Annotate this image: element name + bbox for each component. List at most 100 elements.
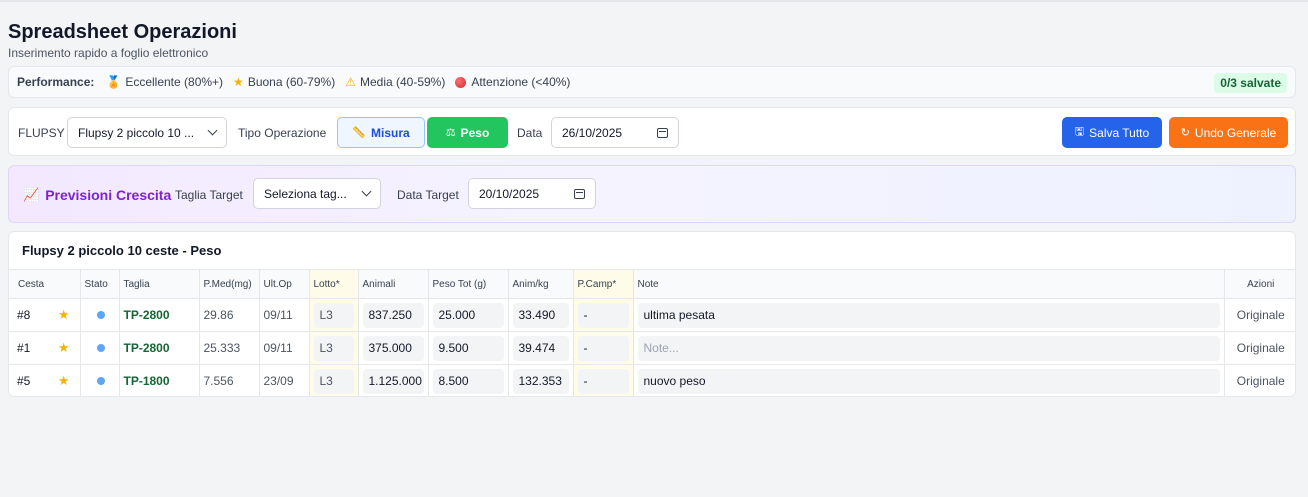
status-dot-icon	[96, 311, 105, 319]
pmed-cell: 29.86	[199, 298, 260, 332]
growth-title: 📈 Previsioni Crescita	[23, 187, 171, 203]
peso-label: Peso	[460, 125, 490, 140]
peso-button[interactable]: ⚖ Peso	[427, 117, 508, 148]
cesta-cell: #8 ★	[13, 307, 76, 323]
chevron-down-icon	[207, 125, 218, 136]
star-icon: ★	[57, 307, 70, 322]
top-border	[0, 0, 1308, 2]
pcamp-cell[interactable]: -	[577, 302, 629, 328]
col-header-ultop: Ult.Op	[259, 269, 310, 299]
operations-table-card: Flupsy 2 piccolo 10 ceste - Peso Cesta S…	[8, 231, 1296, 397]
animali-cell[interactable]: 1.125.000	[362, 368, 424, 394]
legend-item-attention: Attenzione (<40%)	[455, 75, 570, 89]
table-header-row: Cesta Stato Taglia P.Med(mg) Ult.Op Lott…	[9, 269, 1295, 299]
peso-tot-input[interactable]: 25.000	[432, 302, 504, 328]
lotto-cell[interactable]: L3	[313, 302, 354, 328]
legend-label: Eccellente (80%+)	[125, 75, 224, 89]
misura-button[interactable]: 📏 Misura	[337, 117, 425, 148]
legend-item-excellent: 🏅 Eccellente (80%+)	[106, 75, 223, 89]
warning-icon: ⚠	[345, 75, 356, 89]
animali-cell[interactable]: 375.000	[362, 335, 424, 361]
col-header-taglia: Taglia	[119, 269, 200, 299]
chart-icon: 📈	[23, 187, 40, 202]
table-title: Flupsy 2 piccolo 10 ceste - Peso	[22, 243, 222, 258]
flupsy-label: FLUPSY	[18, 126, 65, 140]
taglia-cell: TP-1800	[119, 364, 200, 396]
misura-label: Misura	[371, 125, 410, 140]
legend-item-medium: ⚠ Media (40-59%)	[345, 75, 445, 89]
animkg-cell[interactable]: 39.474	[512, 335, 569, 361]
undo-icon: ↻	[1180, 127, 1190, 139]
legend-label: Buona (60-79%)	[247, 75, 336, 89]
growth-forecast-panel: 📈 Previsioni Crescita Taglia Target Sele…	[8, 165, 1296, 223]
animali-cell[interactable]: 837.250	[362, 302, 424, 328]
red-circle-icon	[455, 76, 467, 88]
undo-generale-button[interactable]: ↻ Undo Generale	[1169, 117, 1288, 148]
save-icon: 🖫	[1074, 126, 1085, 138]
azioni-cell: Originale	[1224, 298, 1295, 332]
note-input[interactable]: nuovo peso	[637, 368, 1220, 394]
col-header-pmed: P.Med(mg)	[199, 269, 260, 299]
table-row[interactable]: #1 ★ TP-2800 25.333 09/11 L3 375.000 9.50…	[9, 331, 1295, 365]
col-header-cesta: Cesta	[9, 269, 81, 299]
azioni-cell: Originale	[1224, 331, 1295, 365]
note-input[interactable]: Note...	[637, 335, 1220, 361]
performance-legend: Performance: 🏅 Eccellente (80%+) ★ Buona…	[8, 66, 1296, 98]
salva-tutto-button[interactable]: 🖫 Salva Tutto	[1062, 117, 1162, 148]
scale-icon: ⚖	[445, 127, 456, 139]
calendar-icon[interactable]	[657, 127, 668, 138]
salva-label: Salva Tutto	[1089, 125, 1150, 140]
data-label: Data	[517, 126, 543, 140]
data-target-input[interactable]: 20/10/2025	[468, 178, 596, 209]
animkg-cell[interactable]: 132.353	[512, 368, 569, 394]
saved-count-badge: 0/3 salvate	[1214, 73, 1287, 93]
page-title: Spreadsheet Operazioni	[8, 21, 237, 43]
col-header-animkg: Anim/kg	[508, 269, 574, 299]
star-icon: ★	[57, 373, 70, 388]
table-row[interactable]: #5 ★ TP-1800 7.556 23/09 L3 1.125.000 8.5…	[9, 364, 1295, 396]
cesta-number: #8	[17, 308, 31, 322]
lotto-cell[interactable]: L3	[313, 368, 354, 394]
flupsy-select[interactable]: Flupsy 2 piccolo 10 ...	[67, 117, 227, 148]
ultop-cell: 09/11	[259, 298, 310, 332]
data-target-label: Data Target	[397, 188, 459, 202]
performance-label: Performance:	[17, 75, 95, 89]
animkg-cell[interactable]: 33.490	[512, 302, 569, 328]
page-subtitle: Inserimento rapido a foglio elettronico	[8, 46, 209, 60]
undo-label: Undo Generale	[1194, 125, 1277, 140]
legend-label: Attenzione (<40%)	[471, 75, 571, 89]
taglia-cell: TP-2800	[119, 331, 200, 365]
legend-item-good: ★ Buona (60-79%)	[233, 75, 335, 89]
col-header-note: Note	[633, 269, 1225, 299]
col-header-azioni: Azioni	[1224, 269, 1295, 299]
cesta-number: #5	[17, 374, 31, 388]
ultop-cell: 09/11	[259, 331, 310, 365]
table-row[interactable]: #8 ★ TP-2800 29.86 09/11 L3 837.250 25.00…	[9, 298, 1295, 332]
status-dot-icon	[96, 344, 105, 352]
peso-tot-input[interactable]: 8.500	[432, 368, 504, 394]
col-header-stato: Stato	[80, 269, 120, 299]
note-input[interactable]: ultima pesata	[637, 302, 1220, 328]
chevron-down-icon	[361, 186, 372, 197]
trophy-icon: 🏅	[106, 75, 122, 89]
taglia-target-select[interactable]: Seleziona tag...	[253, 178, 381, 209]
lotto-cell[interactable]: L3	[313, 335, 354, 361]
data-value: 26/10/2025	[562, 125, 623, 140]
pcamp-cell[interactable]: -	[577, 368, 629, 394]
pmed-cell: 25.333	[199, 331, 260, 365]
status-dot-icon	[96, 377, 105, 385]
peso-tot-input[interactable]: 9.500	[432, 335, 504, 361]
star-icon: ★	[57, 340, 70, 355]
data-input[interactable]: 26/10/2025	[551, 117, 679, 148]
col-header-lotto: Lotto*	[309, 269, 359, 299]
data-target-value: 20/10/2025	[479, 186, 540, 201]
pcamp-cell[interactable]: -	[577, 335, 629, 361]
ultop-cell: 23/09	[259, 364, 310, 396]
pmed-cell: 7.556	[199, 364, 260, 396]
taglia-target-value: Seleziona tag...	[264, 186, 347, 201]
ruler-icon: 📏	[352, 127, 366, 139]
calendar-icon[interactable]	[574, 188, 585, 199]
cesta-number: #1	[17, 341, 31, 355]
taglia-cell: TP-2800	[119, 298, 200, 332]
star-icon: ★	[233, 75, 244, 89]
